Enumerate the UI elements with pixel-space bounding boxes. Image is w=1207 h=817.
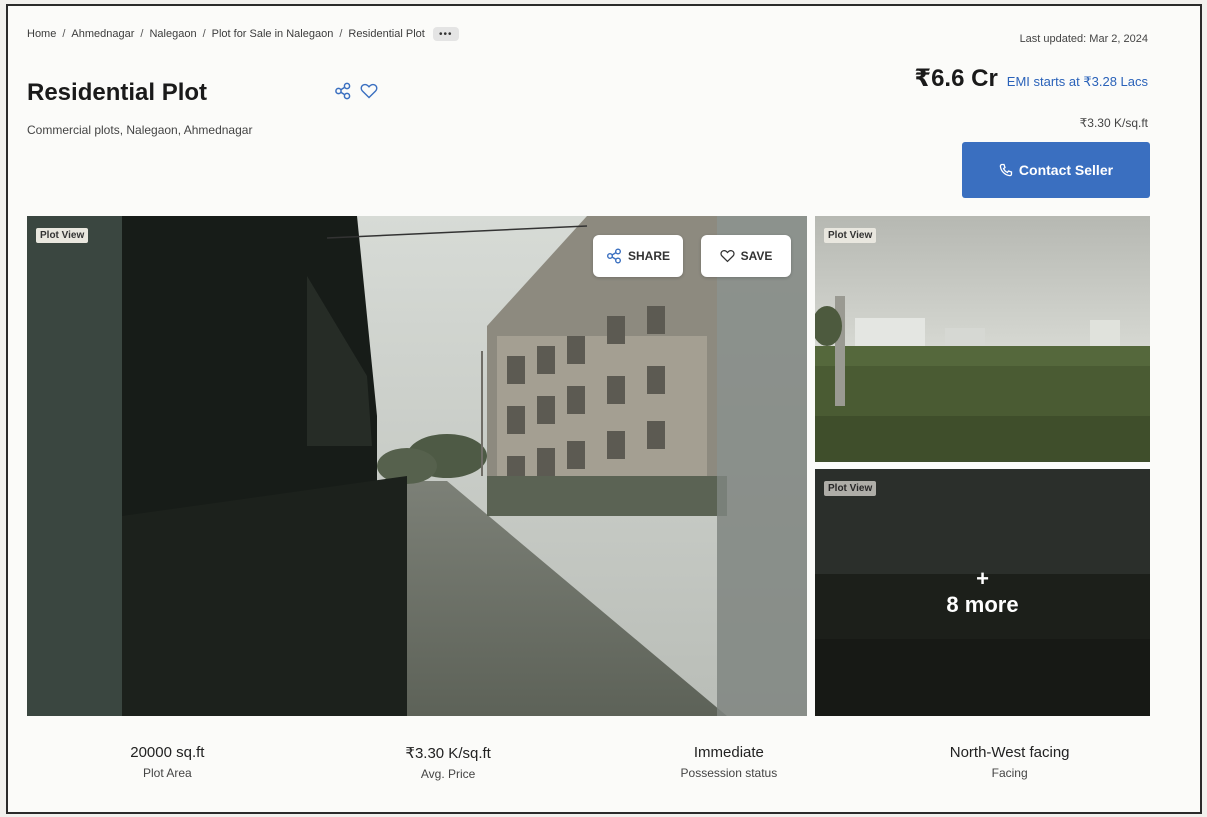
breadcrumb-category[interactable]: Plot for Sale in Nalegaon [212, 28, 334, 40]
stat-label: Avg. Price [420, 767, 476, 781]
last-updated-text: Last updated: Mar 2, 2024 [1019, 33, 1148, 45]
breadcrumb-separator: / [140, 28, 144, 40]
plot-photo-street-scene [27, 216, 807, 716]
plot-view-tag: Plot View [824, 228, 877, 243]
plot-stats: 20000 sq.ft Plot Area ₹3.30 K/sq.ft Avg.… [27, 744, 1150, 781]
heart-icon[interactable] [360, 83, 378, 99]
breadcrumb-locality[interactable]: Nalegaon [149, 28, 196, 40]
emi-link[interactable]: EMI starts at ₹3.28 Lacs [1007, 74, 1148, 90]
stat-value: 20000 sq.ft [130, 744, 205, 761]
contact-seller-button[interactable]: Contact Seller [962, 142, 1150, 198]
contact-seller-label: Contact Seller [1018, 162, 1114, 178]
share-label: SHARE [627, 249, 670, 263]
stat-plot-area: 20000 sq.ft Plot Area [27, 744, 308, 781]
heart-icon [720, 249, 735, 263]
stat-label: Plot Area [143, 766, 192, 780]
breadcrumb-separator: / [339, 28, 343, 40]
plot-view-tag: Plot View [36, 228, 89, 243]
stat-avg-price: ₹3.30 K/sq.ft Avg. Price [308, 744, 589, 781]
breadcrumb-city[interactable]: Ahmednagar [71, 28, 134, 40]
listing-page: Home / Ahmednagar / Nalegaon / Plot for … [6, 4, 1202, 814]
stat-label: Facing [991, 766, 1028, 780]
phone-icon [999, 163, 1013, 177]
share-icon [606, 248, 622, 264]
breadcrumb-separator: / [62, 28, 66, 40]
stat-value: ₹3.30 K/sq.ft [405, 745, 491, 762]
side-plot-photo-2[interactable]: Plot View + 8 more [815, 469, 1150, 716]
stat-value: Immediate [693, 744, 764, 761]
breadcrumb: Home / Ahmednagar / Nalegaon / Plot for … [27, 27, 459, 41]
price-row: ₹6.6 Cr EMI starts at ₹3.28 Lacs [914, 64, 1148, 93]
stat-facing: North-West facing Facing [869, 744, 1150, 781]
stat-possession: Immediate Possession status [589, 744, 870, 781]
breadcrumb-more-button[interactable]: ••• [432, 27, 459, 41]
save-label: SAVE [740, 249, 773, 263]
breadcrumb-separator: / [202, 28, 206, 40]
page-title: Residential Plot [27, 79, 208, 106]
share-icon[interactable] [334, 82, 352, 100]
price-per-sqft: ₹3.30 K/sq.ft [1079, 116, 1148, 130]
more-photos-overlay[interactable]: + 8 more [815, 469, 1150, 716]
title-actions [334, 82, 378, 100]
stat-label: Possession status [680, 766, 778, 780]
plot-photo-open-land [815, 216, 1150, 462]
plus-icon: + [976, 565, 989, 591]
breadcrumb-current: Residential Plot [348, 28, 425, 40]
price-value: ₹6.6 Cr [914, 65, 998, 92]
main-plot-photo[interactable]: Plot View SHARE SAVE [27, 216, 807, 716]
side-plot-photo-1[interactable]: Plot View [815, 216, 1150, 462]
save-button[interactable]: SAVE [701, 235, 791, 277]
more-photos-count: 8 more [946, 591, 1019, 617]
stat-value: North-West facing [949, 744, 1070, 761]
breadcrumb-home[interactable]: Home [27, 28, 56, 40]
location-subtitle: Commercial plots, Nalegaon, Ahmednagar [27, 123, 253, 137]
share-button[interactable]: SHARE [593, 235, 683, 277]
